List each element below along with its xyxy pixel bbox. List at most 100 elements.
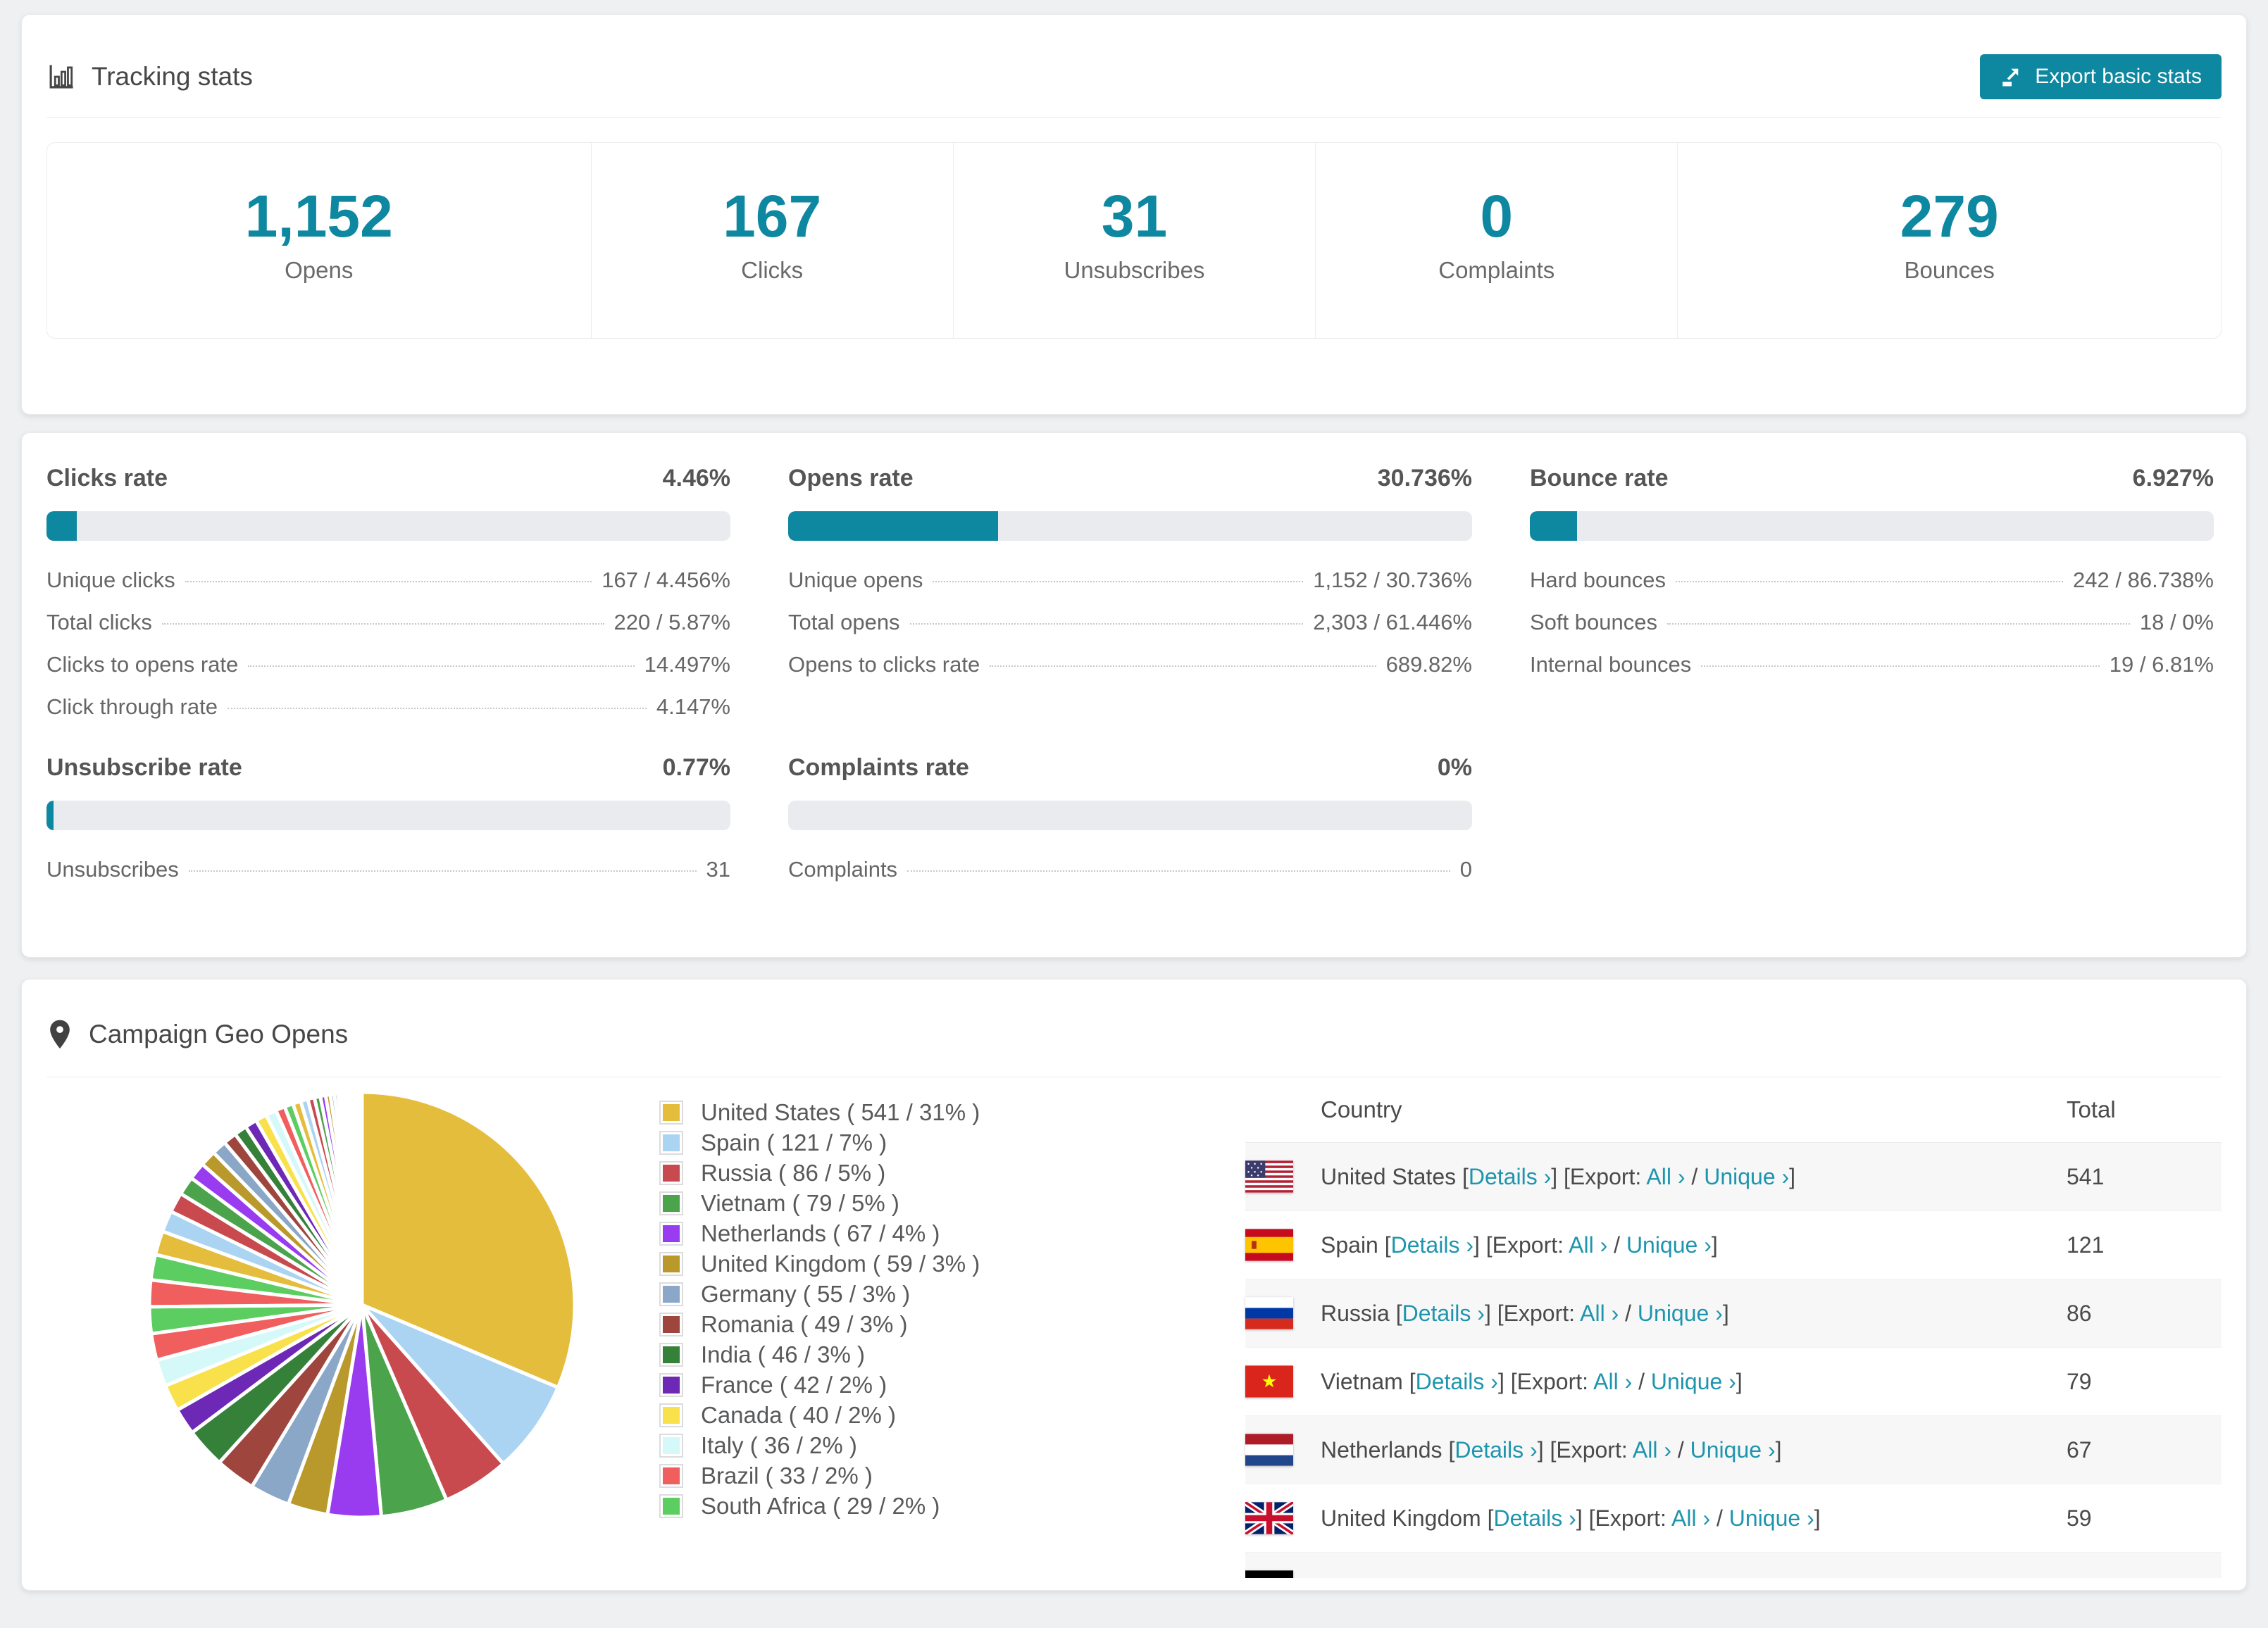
export-all-link[interactable]: All › xyxy=(1671,1505,1710,1531)
export-unique-link[interactable]: Unique › xyxy=(1690,1437,1776,1463)
legend-swatch xyxy=(659,1282,683,1306)
details-link[interactable]: Details › xyxy=(1402,1301,1485,1326)
export-unique-link[interactable]: Unique › xyxy=(1626,1232,1712,1258)
export-basic-stats-button[interactable]: Export basic stats xyxy=(1980,54,2222,99)
stat-value: 1,152 xyxy=(47,187,591,246)
export-unique-link[interactable]: Unique › xyxy=(1651,1369,1736,1394)
table-row-united-kingdom: United Kingdom [Details ›] [Export: All … xyxy=(1245,1484,2222,1553)
export-all-link[interactable]: All › xyxy=(1633,1437,1671,1463)
legend-swatch xyxy=(659,1373,683,1397)
rate-panel-bounce-rate: Bounce rate6.927%Hard bounces242 / 86.73… xyxy=(1530,465,2214,715)
stat-cell-complaints: 0 Complaints xyxy=(1315,143,1677,338)
country-cell: Vietnam [Details ›] [Export: All › / Uni… xyxy=(1245,1365,2067,1398)
legend-item-vietnam[interactable]: Vietnam ( 79 / 5% ) xyxy=(659,1188,1166,1218)
legend-item-india[interactable]: India ( 46 / 3% ) xyxy=(659,1339,1166,1370)
dotted-leader xyxy=(933,581,1303,582)
table-row-spain: Spain [Details ›] [Export: All › / Uniqu… xyxy=(1245,1211,2222,1279)
stat-cell-unsubscribes: 31Unsubscribes xyxy=(953,143,1315,338)
details-link[interactable]: Details › xyxy=(1416,1369,1498,1394)
details-link[interactable]: Details › xyxy=(1469,1164,1551,1189)
column-header-total: Total xyxy=(2067,1096,2222,1123)
dotted-leader xyxy=(189,870,697,872)
country-cell: United States [Details ›] [Export: All ›… xyxy=(1245,1160,2067,1193)
export-all-link[interactable]: All › xyxy=(1569,1232,1607,1258)
country-links: Spain [Details ›] [Export: All › / Uniqu… xyxy=(1321,1232,1718,1258)
flag-ru-icon xyxy=(1245,1297,1293,1329)
legend-item-brazil[interactable]: Brazil ( 33 / 2% ) xyxy=(659,1460,1166,1491)
rate-progress-track xyxy=(788,801,1472,830)
table-row-united-states: United States [Details ›] [Export: All ›… xyxy=(1245,1143,2222,1211)
legend-swatch xyxy=(659,1464,683,1488)
stat-label: Complaints xyxy=(1316,257,1677,284)
rate-detail-value: 242 / 86.738% xyxy=(2073,568,2214,593)
rate-detail-row: Soft bounces18 / 0% xyxy=(1530,610,2214,631)
legend-label: Netherlands ( 67 / 4% ) xyxy=(701,1220,940,1247)
rate-detail-row: Complaints0 xyxy=(788,857,1472,878)
tracking-stats-title: Tracking stats xyxy=(46,62,253,92)
legend-item-united-kingdom[interactable]: United Kingdom ( 59 / 3% ) xyxy=(659,1248,1166,1279)
export-unique-link[interactable]: Unique › xyxy=(1729,1505,1814,1531)
legend-item-italy[interactable]: Italy ( 36 / 2% ) xyxy=(659,1430,1166,1460)
legend-swatch xyxy=(659,1161,683,1185)
legend-item-united-states[interactable]: United States ( 541 / 31% ) xyxy=(659,1097,1166,1127)
legend-label: Canada ( 40 / 2% ) xyxy=(701,1402,896,1429)
rate-detail-label: Soft bounces xyxy=(1530,610,1657,635)
rate-panel-header: Opens rate 30.736% xyxy=(788,465,1472,493)
flag-es-icon xyxy=(1245,1229,1293,1261)
rate-detail-row: Unique clicks167 / 4.456% xyxy=(46,568,730,589)
export-all-link[interactable]: All › xyxy=(1580,1301,1619,1326)
rate-progress-fill xyxy=(46,511,77,541)
rate-detail-value: 2,303 / 61.446% xyxy=(1313,610,1472,635)
legend-item-romania[interactable]: Romania ( 49 / 3% ) xyxy=(659,1309,1166,1339)
rate-detail-row: Total clicks220 / 5.87% xyxy=(46,610,730,631)
details-link[interactable]: Details › xyxy=(1493,1505,1576,1531)
rate-detail-value: 689.82% xyxy=(1386,652,1472,677)
rate-panel-header: Bounce rate6.927% xyxy=(1530,465,2214,493)
legend-swatch xyxy=(659,1494,683,1518)
country-cell: Netherlands [Details ›] [Export: All › /… xyxy=(1245,1434,2067,1466)
page-title: Tracking stats xyxy=(92,62,253,92)
flag-vn-icon xyxy=(1245,1365,1293,1398)
legend-swatch xyxy=(659,1101,683,1125)
details-link[interactable]: Details › xyxy=(1454,1437,1537,1463)
total-cell: 86 xyxy=(2067,1301,2222,1327)
rate-progress-fill xyxy=(788,511,998,541)
rate-detail-label: Complaints xyxy=(788,857,897,882)
total-cell: 79 xyxy=(2067,1369,2222,1395)
legend-item-france[interactable]: France ( 42 / 2% ) xyxy=(659,1370,1166,1400)
export-unique-link[interactable]: Unique › xyxy=(1704,1164,1789,1189)
rate-detail-label: Internal bounces xyxy=(1530,652,1691,677)
dotted-leader xyxy=(248,665,634,667)
rate-detail-value: 4.147% xyxy=(656,694,730,720)
rate-name: Opens rate xyxy=(788,465,914,492)
rate-panel-complaints-rate: Complaints rate0%Complaints0 xyxy=(788,754,1472,878)
geo-pie-legend: United States ( 541 / 31% )Spain ( 121 /… xyxy=(580,1077,1166,1578)
export-all-link[interactable]: All › xyxy=(1593,1369,1632,1394)
export-unique-link[interactable]: Unique › xyxy=(1638,1301,1723,1326)
country-links: United States [Details ›] [Export: All ›… xyxy=(1321,1164,1795,1190)
rate-detail-row: Clicks to opens rate14.497% xyxy=(46,652,730,673)
geo-content: United States ( 541 / 31% )Spain ( 121 /… xyxy=(46,1077,2222,1578)
export-icon xyxy=(2000,65,2024,89)
rate-detail-value: 18 / 0% xyxy=(2140,610,2214,635)
legend-item-south-africa[interactable]: South Africa ( 29 / 2% ) xyxy=(659,1491,1166,1521)
legend-item-germany[interactable]: Germany ( 55 / 3% ) xyxy=(659,1279,1166,1309)
rate-detail-value: 14.497% xyxy=(644,652,730,677)
rate-detail-label: Click through rate xyxy=(46,694,218,720)
legend-label: Germany ( 55 / 3% ) xyxy=(701,1281,910,1308)
stat-value: 167 xyxy=(592,187,953,246)
legend-item-russia[interactable]: Russia ( 86 / 5% ) xyxy=(659,1158,1166,1188)
rate-progress-track xyxy=(46,511,730,541)
rate-value: 30.736% xyxy=(1378,465,1472,492)
stat-value: 0 xyxy=(1316,187,1677,246)
rate-value: 0.77% xyxy=(663,754,730,782)
details-link[interactable]: Details › xyxy=(1391,1232,1473,1258)
rate-value: 0% xyxy=(1438,754,1472,782)
export-all-link[interactable]: All › xyxy=(1646,1164,1685,1189)
rate-progress-fill xyxy=(46,801,54,830)
legend-item-canada[interactable]: Canada ( 40 / 2% ) xyxy=(659,1400,1166,1430)
legend-label: France ( 42 / 2% ) xyxy=(701,1372,887,1398)
legend-item-spain[interactable]: Spain ( 121 / 7% ) xyxy=(659,1127,1166,1158)
legend-swatch xyxy=(659,1434,683,1458)
legend-item-netherlands[interactable]: Netherlands ( 67 / 4% ) xyxy=(659,1218,1166,1248)
